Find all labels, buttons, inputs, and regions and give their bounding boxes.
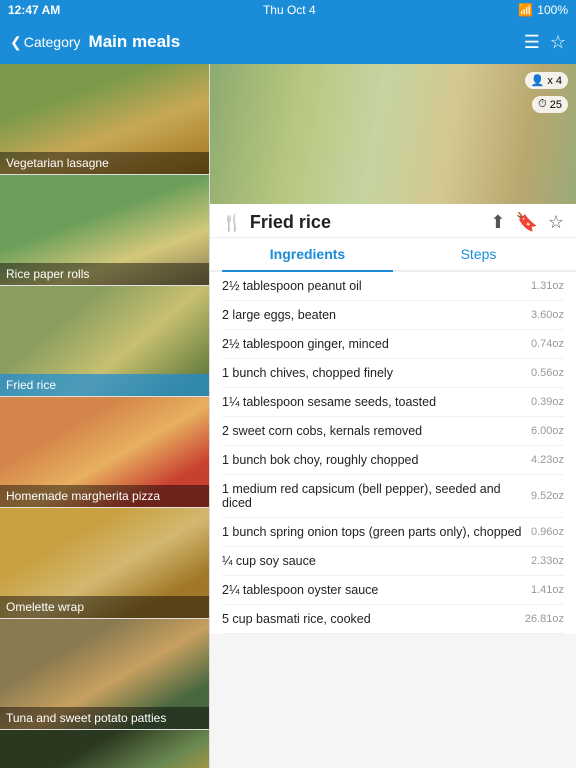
ingredient-row: 1¼ tablespoon sesame seeds, toasted 0.39… <box>222 388 564 417</box>
recipe-label-tuna: Tuna and sweet potato patties <box>0 707 209 729</box>
servings-icon: 👤 <box>531 74 545 87</box>
status-indicators: 📶 100% <box>518 3 568 17</box>
recipe-label-omelette: Omelette wrap <box>0 596 209 618</box>
nav-title: Main meals <box>89 32 516 52</box>
status-time: 12:47 AM <box>8 3 60 17</box>
recipe-item-pizza[interactable]: Homemade margherita pizza <box>0 397 209 508</box>
favorite-star-icon[interactable]: ☆ <box>548 212 564 233</box>
recipe-label-fried-rice: Fried rice <box>0 374 209 396</box>
recipe-content-area: 👤 x 4 ⏱ 25 🍴 Fried rice ⬆ 🔖 ☆ Ingredient… <box>210 64 576 768</box>
recipe-hero-image: 👤 x 4 ⏱ 25 <box>210 64 576 204</box>
recipe-label-pizza: Homemade margherita pizza <box>0 485 209 507</box>
nav-actions: ☰ ☆ <box>524 32 566 53</box>
time-value: 25 <box>550 99 562 111</box>
ingredient-row: 2½ tablespoon ginger, minced 0.74oz <box>222 330 564 359</box>
recipe-action-icons: ⬆ 🔖 ☆ <box>490 212 564 233</box>
utensils-icon: 🍴 <box>222 213 242 233</box>
ingredient-row: 2 large eggs, beaten 3.60oz <box>222 301 564 330</box>
recipe-item-sushi-rolls[interactable]: Homemade sushi rolls <box>0 730 209 768</box>
tab-steps[interactable]: Steps <box>393 238 564 272</box>
main-layout: Vegetarian lasagne Rice paper rolls Frie… <box>0 64 576 768</box>
bookmark-icon[interactable]: 🔖 <box>515 212 537 233</box>
ingredient-row: 2¼ tablespoon oyster sauce 1.41oz <box>222 576 564 605</box>
ingredient-row: 2 sweet corn cobs, kernals removed 6.00o… <box>222 417 564 446</box>
tab-ingredients[interactable]: Ingredients <box>222 238 393 272</box>
nav-star-icon[interactable]: ☆ <box>550 32 566 53</box>
list-view-icon[interactable]: ☰ <box>524 32 540 53</box>
ingredient-row: 1 medium red capsicum (bell pepper), see… <box>222 475 564 518</box>
nav-bar: ❮ Category Main meals ☰ ☆ <box>0 20 576 64</box>
recipe-label-rice-rolls: Rice paper rolls <box>0 263 209 285</box>
status-bar: 12:47 AM Thu Oct 4 📶 100% <box>0 0 576 20</box>
recipe-item-rice-paper-rolls[interactable]: Rice paper rolls <box>0 175 209 286</box>
servings-badge: 👤 x 4 <box>525 72 568 89</box>
battery-indicator: 100% <box>537 3 568 17</box>
ingredient-row: 1 bunch chives, chopped finely 0.56oz <box>222 359 564 388</box>
recipe-tabs: Ingredients Steps <box>210 238 576 272</box>
timer-icon: ⏱ <box>538 98 547 111</box>
status-date: Thu Oct 4 <box>263 3 316 17</box>
wifi-icon: 📶 <box>518 3 533 17</box>
ingredient-row: 1 bunch spring onion tops (green parts o… <box>222 518 564 547</box>
servings-value: x 4 <box>547 75 562 87</box>
ingredient-row: ¼ cup soy sauce 2.33oz <box>222 547 564 576</box>
ingredient-row: 2½ tablespoon peanut oil 1.31oz <box>222 272 564 301</box>
recipe-title: Fried rice <box>250 212 331 233</box>
time-badge: ⏱ 25 <box>532 96 568 113</box>
recipe-title-row: 🍴 Fried rice ⬆ 🔖 ☆ <box>210 204 576 238</box>
recipe-item-omelette-wrap[interactable]: Omelette wrap <box>0 508 209 619</box>
ingredient-row: 5 cup basmati rice, cooked 26.81oz <box>222 605 564 634</box>
share-icon[interactable]: ⬆ <box>490 212 505 233</box>
back-label: Category <box>24 34 81 50</box>
ingredient-row: 1 bunch bok choy, roughly chopped 4.23oz <box>222 446 564 475</box>
recipe-item-vegetarian-lasagne[interactable]: Vegetarian lasagne <box>0 64 209 175</box>
recipe-thumb-sushi <box>0 730 210 768</box>
back-chevron-icon: ❮ <box>10 34 22 51</box>
back-button[interactable]: ❮ Category <box>10 34 81 51</box>
recipe-label-lasagne: Vegetarian lasagne <box>0 152 209 174</box>
recipe-item-tuna-patties[interactable]: Tuna and sweet potato patties <box>0 619 209 730</box>
recipe-list-sidebar: Vegetarian lasagne Rice paper rolls Frie… <box>0 64 210 768</box>
recipe-item-fried-rice[interactable]: Fried rice <box>0 286 209 397</box>
ingredients-list: 2½ tablespoon peanut oil 1.31oz 2 large … <box>210 272 576 634</box>
